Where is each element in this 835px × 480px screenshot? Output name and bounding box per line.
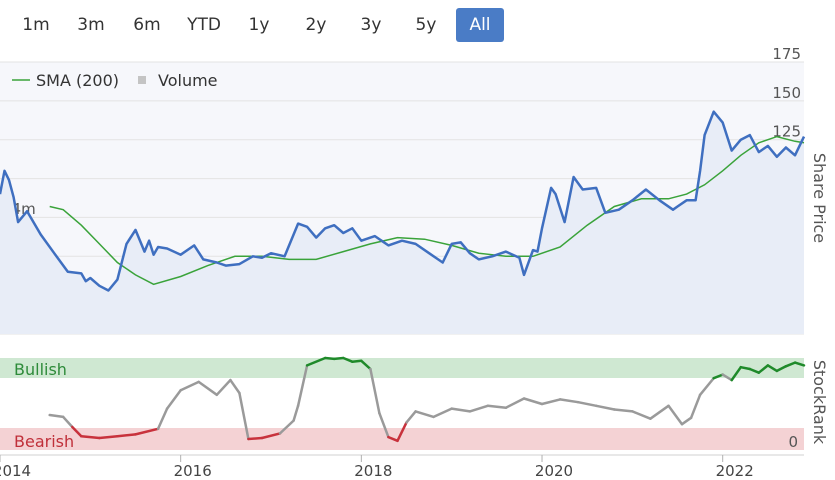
bearish-label: Bearish (14, 432, 74, 451)
price-y-tick: 175 (772, 45, 801, 63)
x-tick-label: 2022 (716, 462, 754, 480)
stockrank-segment (540, 398, 562, 406)
stockrank-segment (698, 376, 715, 397)
price-axis-title: Share Price (810, 153, 829, 243)
stockrank-segment (522, 397, 544, 406)
range-selector: 1m 3m 6m YTD 1y 2y 3y 5y All (0, 8, 520, 44)
stockrank-segment (486, 404, 508, 409)
stockrank-segment (48, 413, 65, 419)
legend-sma-label: SMA (200) (36, 71, 119, 90)
price-panel: 0.00255075100125150175 08m16m24m SMA (20… (0, 45, 829, 335)
stockrank-segment (594, 404, 616, 411)
stockrank-segment (215, 378, 232, 397)
range-button-ytd[interactable]: YTD (178, 8, 230, 42)
range-button-3y[interactable]: 3y (350, 8, 392, 42)
stockrank-segment (332, 356, 345, 361)
stockrank-segment (197, 380, 219, 397)
legend-volume-label: Volume (158, 71, 218, 90)
stockrank-segment (739, 365, 752, 371)
stockrank-segment (649, 404, 670, 420)
range-button-1m[interactable]: 1m (14, 8, 58, 42)
stockrank-y-tick: 0 (788, 433, 798, 451)
stockrank-segment (61, 415, 74, 429)
stockrank-segment (558, 398, 580, 404)
stockrank-segment (405, 410, 417, 424)
range-button-3m[interactable]: 3m (70, 8, 112, 42)
stockrank-segment (323, 356, 336, 361)
x-tick-label: 2020 (535, 462, 573, 480)
range-button-6m[interactable]: 6m (124, 8, 170, 42)
x-tick-label: 2018 (354, 462, 392, 480)
stockrank-axis-title: StockRank (810, 360, 829, 445)
legend: SMA (200) Volume (12, 71, 218, 90)
range-button-2y[interactable]: 2y (296, 8, 336, 42)
chart: 0.00255075100125150175 08m16m24m SMA (20… (0, 45, 829, 480)
legend-volume-swatch (138, 76, 146, 84)
stockrank-segment (576, 400, 598, 408)
stockrank-segment (156, 407, 169, 431)
stockrank-segment (292, 404, 300, 422)
stockrank-segment (450, 407, 472, 413)
bullish-label: Bullish (14, 360, 67, 379)
stockrank-segment (504, 397, 526, 409)
stockrank-segment (613, 408, 634, 413)
stockrank-segment (351, 359, 363, 363)
range-button-1y[interactable]: 1y (240, 8, 278, 42)
stockrank-segment (468, 404, 490, 413)
stockrank-segment (631, 410, 652, 420)
x-axis: 2014 2016 2018 2020 2022 (0, 454, 804, 480)
stockrank-panel: Bullish Bearish 0 StockRank (0, 356, 829, 451)
stockrank-segment (667, 404, 684, 426)
x-tick-label: 2016 (174, 462, 212, 480)
price-y-tick: 150 (772, 84, 801, 102)
stockrank-segment (414, 410, 435, 419)
price-y-tick: 125 (772, 123, 801, 141)
stockrank-segment (432, 407, 453, 419)
stockrank-segment (179, 380, 200, 392)
stockrank-segment (165, 388, 182, 410)
stockrank-segment (247, 436, 264, 441)
range-button-all[interactable]: All (456, 8, 504, 42)
stockrank-segment (680, 416, 693, 426)
stockrank-segment (229, 378, 241, 395)
stockrank-segment (689, 393, 702, 420)
range-button-5y[interactable]: 5y (406, 8, 446, 42)
x-tick-label: 2014 (0, 462, 31, 480)
bullish-band (0, 358, 804, 378)
